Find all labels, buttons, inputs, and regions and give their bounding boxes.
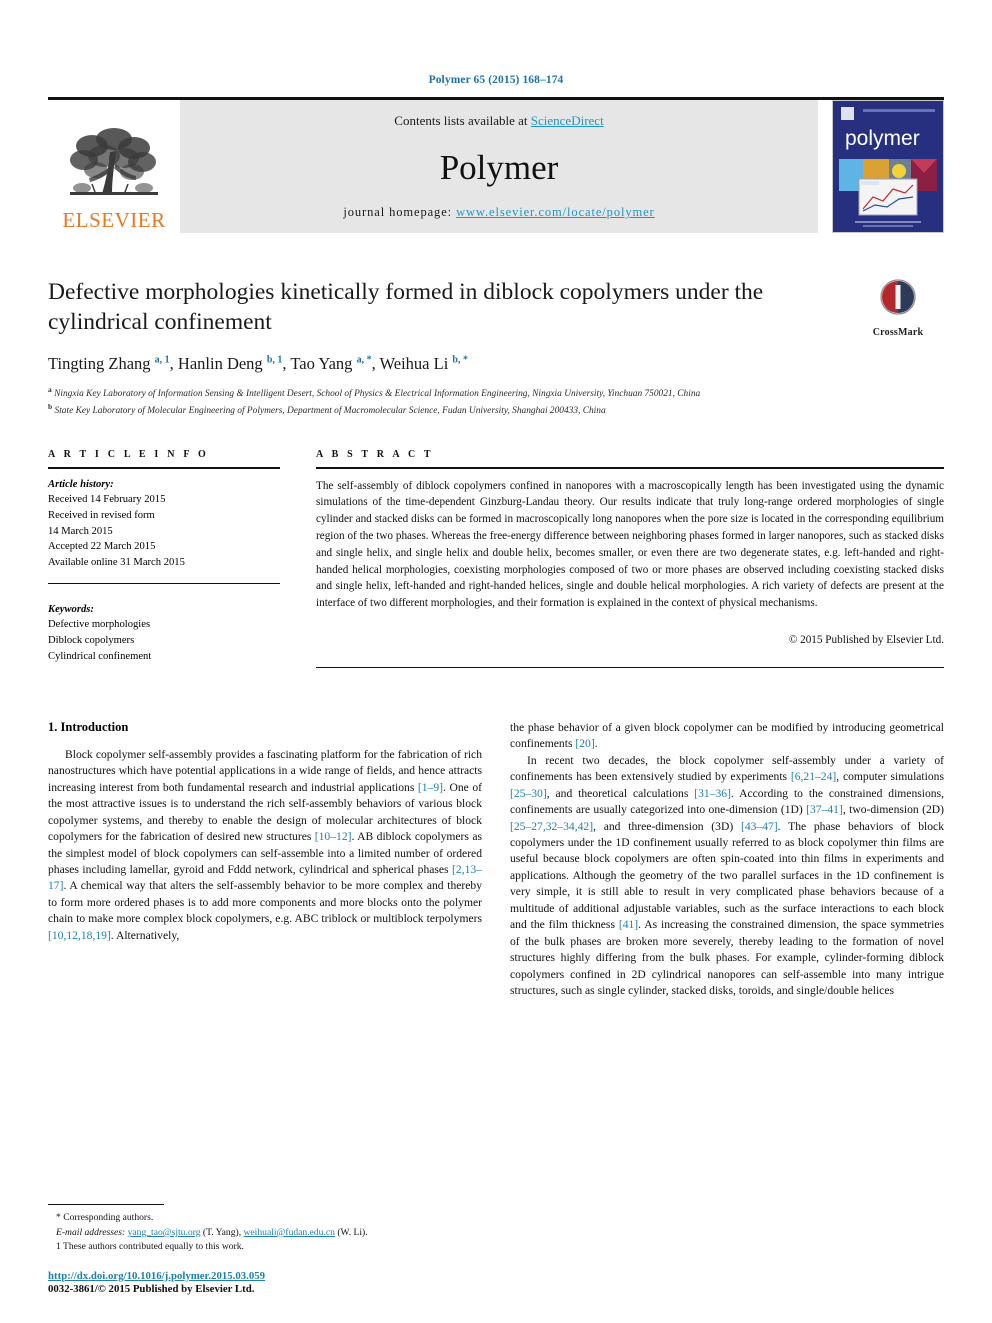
contents-prefix: Contents lists available at: [394, 113, 531, 128]
masthead-center: Contents lists available at ScienceDirec…: [180, 100, 818, 233]
journal-masthead: ELSEVIER Contents lists available at Sci…: [48, 97, 944, 233]
journal-article-page: Polymer 65 (2015) 168–174 ELSEVIER Conte…: [0, 0, 992, 1323]
citation-ref[interactable]: [20]: [575, 737, 594, 750]
email-link-li[interactable]: weihuali@fudan.edu.cn: [244, 1227, 335, 1238]
crossmark-label: CrossMark: [872, 327, 924, 338]
section-title-introduction: 1. Introduction: [48, 719, 129, 734]
body-paragraph: Block copolymer self-assembly provides a…: [48, 747, 483, 942]
citation-ref[interactable]: [25–30]: [510, 787, 547, 800]
body-paragraph: the phase behavior of a given block copo…: [510, 720, 944, 751]
article-history-block: Article history: Received 14 February 20…: [48, 469, 280, 571]
affiliation-b-text: State Key Laboratory of Molecular Engine…: [54, 406, 606, 417]
abstract-copyright: © 2015 Published by Elsevier Ltd.: [788, 634, 944, 647]
keywords-block: Keywords: Defective morphologies Diblock…: [48, 595, 280, 665]
citation-ref[interactable]: [43–47]: [741, 820, 778, 833]
affiliation-b: b State Key Laboratory of Molecular Engi…: [48, 402, 944, 419]
affiliation-a-text: Ningxia Key Laboratory of Information Se…: [54, 389, 701, 400]
journal-homepage-link[interactable]: www.elsevier.com/locate/polymer: [456, 205, 655, 219]
title-area: Defective morphologies kinetically forme…: [48, 277, 944, 419]
citation-ref[interactable]: [10–12]: [315, 830, 352, 843]
issn-copyright-line: 0032-3861/© 2015 Published by Elsevier L…: [48, 1283, 255, 1295]
corresponding-authors-note: * Corresponding authors.: [56, 1212, 154, 1224]
footnote-block: * Corresponding authors. E-mail addresse…: [48, 1204, 482, 1255]
keyword-item: Cylindrical confinement: [48, 650, 152, 662]
affiliation-b-mark: b: [48, 401, 53, 411]
history-item: Accepted 22 March 2015: [48, 541, 156, 553]
article-title: Defective morphologies kinetically forme…: [48, 279, 764, 336]
keywords-label: Keywords:: [48, 603, 94, 615]
affiliation-list: a Ningxia Key Laboratory of Information …: [48, 385, 944, 419]
contents-available-line: Contents lists available at ScienceDirec…: [394, 113, 603, 129]
article-info-heading: A R T I C L E I N F O: [48, 448, 209, 460]
citation-ref[interactable]: [10,12,18,19]: [48, 929, 111, 942]
body-paragraph: In recent two decades, the block copolym…: [510, 753, 944, 998]
elsevier-wordmark: ELSEVIER: [62, 208, 166, 232]
article-history-label: Article history:: [48, 478, 114, 490]
sciencedirect-link[interactable]: ScienceDirect: [531, 113, 604, 128]
affiliation-a-mark: a: [48, 385, 52, 395]
info-abstract-section: A R T I C L E I N F O Article history: R…: [48, 449, 944, 668]
svg-text:polymer: polymer: [845, 127, 920, 150]
citation-ref[interactable]: [1–9]: [418, 781, 443, 794]
homepage-prefix: journal homepage:: [343, 205, 457, 219]
elsevier-logo: ELSEVIER: [48, 100, 180, 233]
author-list: Tingting Zhang a, 1, Hanlin Deng b, 1, T…: [48, 354, 468, 374]
email-link-yang[interactable]: yang_tao@sjtu.org: [128, 1227, 201, 1238]
abstract-column: A B S T R A C T The self-assembly of dib…: [316, 449, 944, 668]
crossmark-icon: [852, 279, 944, 320]
email-owner-yang: (T. Yang),: [200, 1226, 244, 1238]
crossmark-badge[interactable]: CrossMark: [852, 279, 944, 340]
elsevier-tree-icon: [62, 124, 166, 210]
doi-link[interactable]: http://dx.doi.org/10.1016/j.polymer.2015…: [48, 1270, 548, 1282]
email-label: E-mail addresses:: [56, 1226, 126, 1238]
history-item: Received in revised form: [48, 510, 155, 521]
body-columns: 1. Introduction Block copolymer self-ass…: [48, 720, 944, 1100]
abstract-rule-bottom: [316, 666, 944, 668]
citation-ref[interactable]: [6,21–24]: [791, 770, 836, 783]
journal-title: Polymer: [439, 147, 559, 187]
email-addresses-note: E-mail addresses: yang_tao@sjtu.org (T. …: [56, 1226, 482, 1240]
citation-ref[interactable]: [37–41]: [806, 803, 843, 816]
journal-cover-thumbnail[interactable]: polymer: [832, 100, 944, 233]
history-item: 14 March 2015: [48, 525, 113, 537]
citation-ref[interactable]: [31–36]: [694, 787, 731, 800]
keyword-item: Defective morphologies: [48, 619, 151, 631]
body-column-right: the phase behavior of a given block copo…: [510, 720, 944, 1100]
abstract-heading: A B S T R A C T: [316, 448, 434, 460]
abstract-text: The self-assembly of diblock copolymers …: [316, 479, 944, 610]
keywords-rule: [48, 582, 280, 584]
equal-contribution-note: 1 These authors contributed equally to t…: [56, 1241, 244, 1253]
keyword-item: Diblock copolymers: [48, 635, 135, 647]
journal-homepage-line: journal homepage: www.elsevier.com/locat…: [343, 205, 654, 220]
citation-ref[interactable]: [41]: [619, 918, 638, 931]
affiliation-a: a Ningxia Key Laboratory of Information …: [48, 385, 944, 402]
running-head: Polymer 65 (2015) 168–174: [428, 74, 564, 86]
history-item: Received 14 February 2015: [48, 494, 166, 506]
doi-block: http://dx.doi.org/10.1016/j.polymer.2015…: [48, 1270, 548, 1295]
body-column-left: 1. Introduction Block copolymer self-ass…: [48, 720, 482, 1100]
article-info-column: A R T I C L E I N F O Article history: R…: [48, 449, 280, 668]
footnote-rule: [48, 1204, 164, 1206]
citation-ref[interactable]: [25–27,32–34,42]: [510, 820, 593, 833]
citation-ref[interactable]: [2,13–17]: [48, 863, 482, 892]
email-owner-li: (W. Li).: [334, 1226, 368, 1238]
history-item: Available online 31 March 2015: [48, 557, 185, 569]
